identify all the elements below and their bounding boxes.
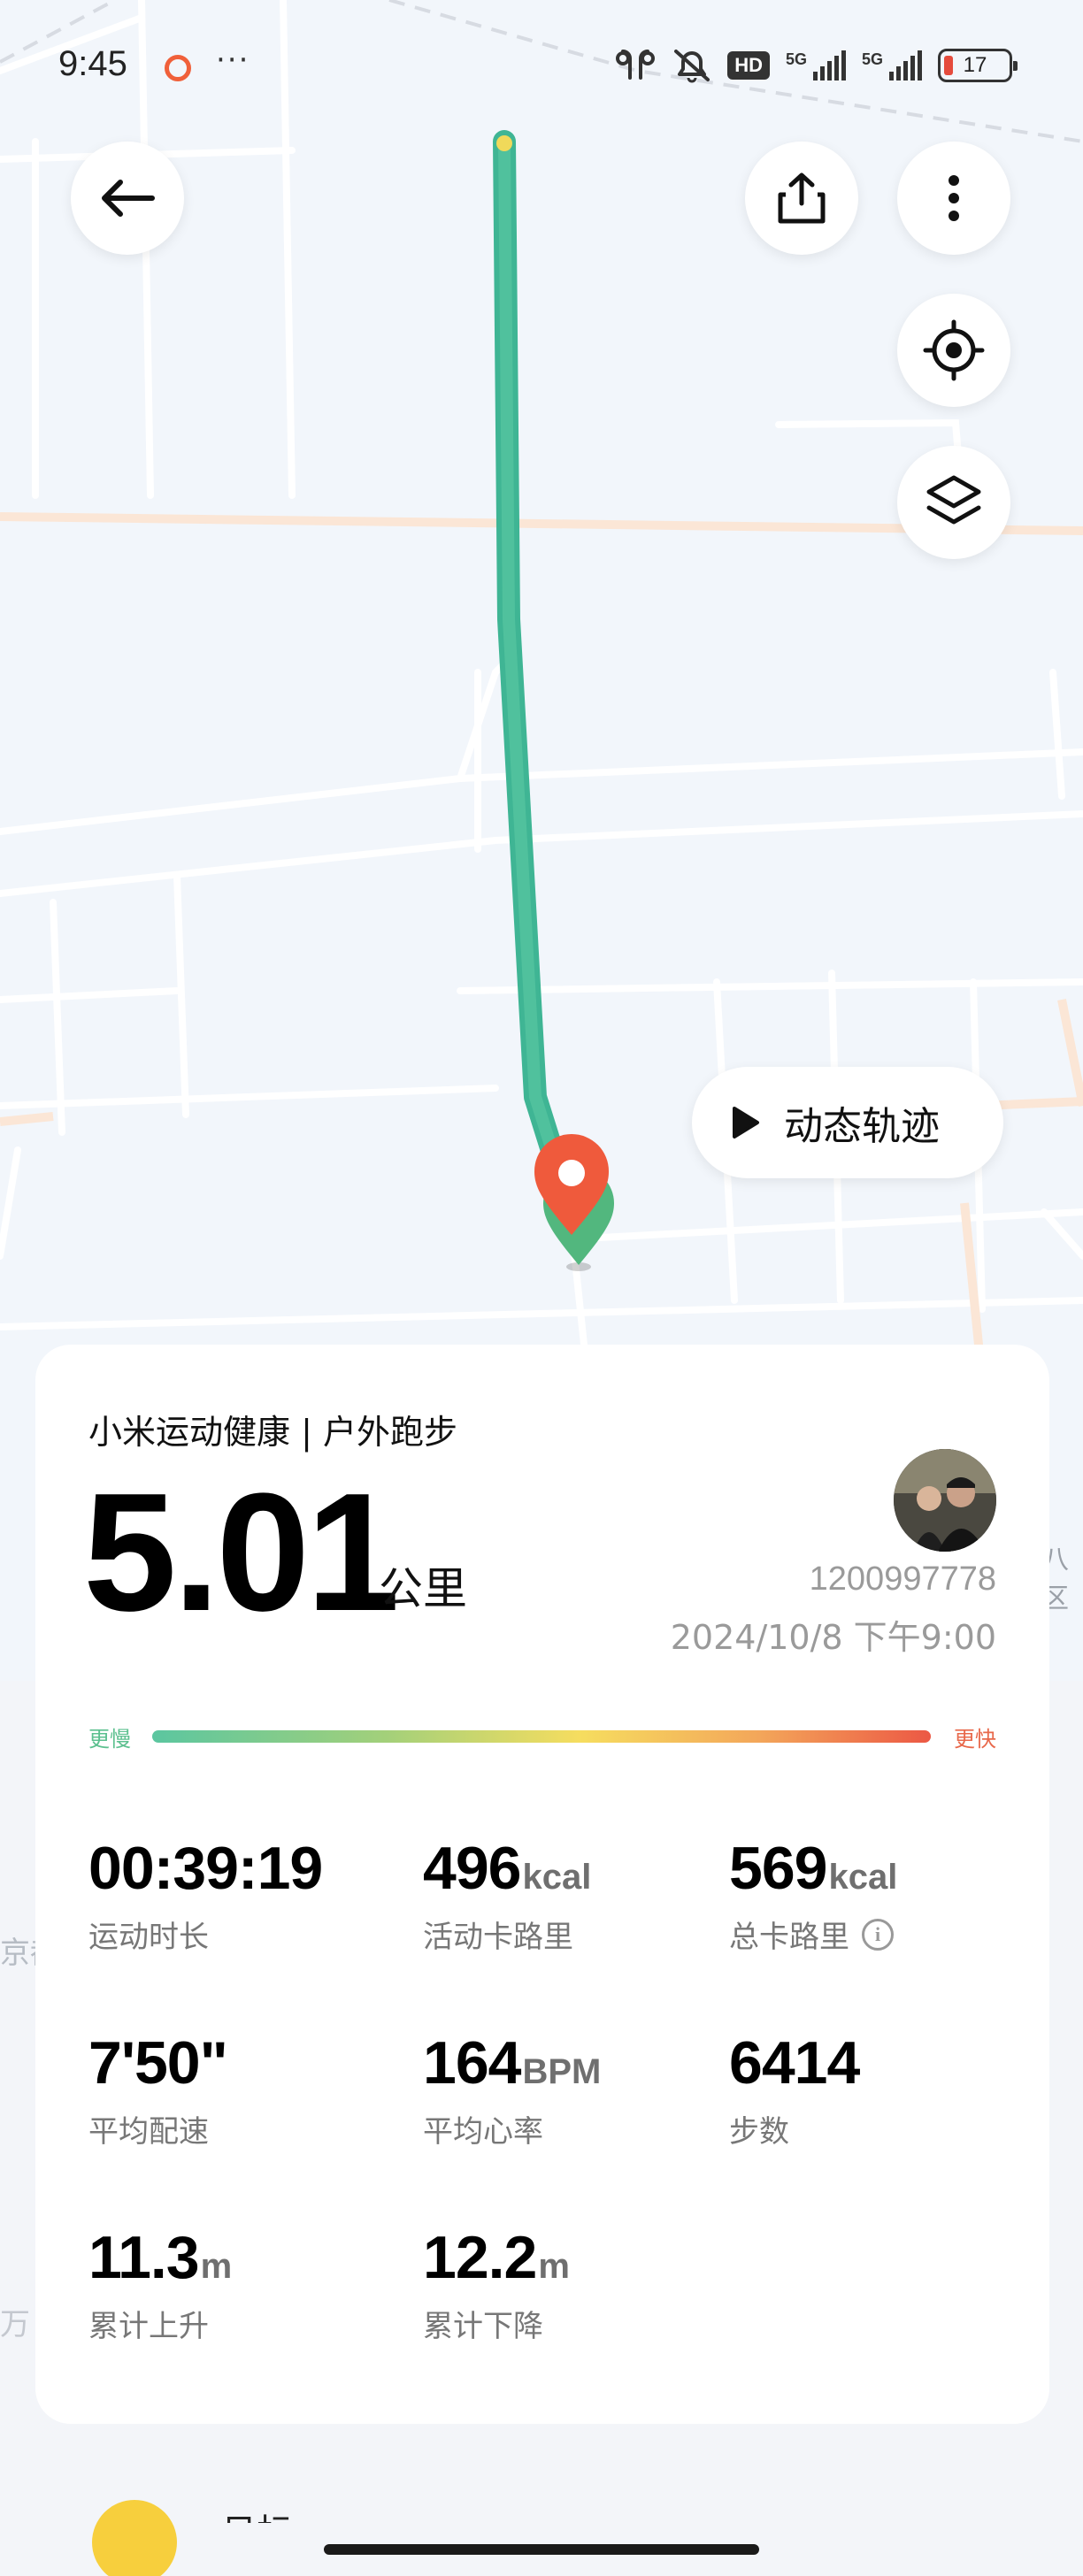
stat-total-calories: 569kcal 总卡路里 i	[729, 1835, 898, 1955]
home-indicator[interactable]	[324, 2544, 759, 2555]
battery-indicator: 17	[938, 49, 1018, 82]
workout-source: 小米运动健康 | 户外跑步	[88, 1413, 457, 1452]
stat-average-pace: 7'50" 平均配速	[88, 2029, 228, 2150]
locate-icon	[923, 319, 985, 381]
avatar-photo	[894, 1449, 996, 1552]
mute-bell-icon	[674, 50, 710, 83]
stat-elevation-loss: 12.2m 累计下降	[423, 2224, 570, 2344]
back-arrow-icon	[102, 180, 155, 217]
info-icon[interactable]: i	[862, 1918, 894, 1951]
signal-icon-1: 5G	[786, 50, 846, 80]
goal-label: 日标	[221, 2503, 292, 2523]
pace-fast-label: 更快	[954, 1727, 996, 1752]
more-vertical-icon	[949, 175, 959, 221]
stat-steps: 6414 步数	[729, 2029, 860, 2150]
dynamic-track-label: 动态轨迹	[784, 1104, 940, 1149]
distance-unit: 公里	[379, 1563, 467, 1614]
hd-voice-badge: HD	[727, 51, 770, 80]
goal-icon	[92, 2500, 177, 2576]
signal-icon-2: 5G	[862, 50, 922, 80]
district-label-left-2: 万	[0, 2307, 30, 2342]
back-button[interactable]	[71, 142, 184, 255]
stat-duration: 00:39:19 运动时长	[88, 1835, 323, 1955]
more-notifications-icon: ···	[216, 42, 250, 78]
share-icon	[778, 172, 826, 224]
workout-datetime: 2024/10/8 下午9:00	[670, 1618, 996, 1657]
map-layers-button[interactable]	[897, 446, 1010, 559]
avatar[interactable]	[894, 1449, 996, 1552]
district-label-left-1: 京都	[0, 1936, 35, 1971]
next-section-peek[interactable]: 日标	[0, 2450, 1083, 2576]
dynamic-track-button[interactable]: 动态轨迹	[692, 1067, 1003, 1178]
status-right: HD 5G 5G 17	[614, 48, 1018, 83]
workout-summary-card: 小米运动健康 | 户外跑步 5.01 公里 1200997778 2024/10…	[35, 1345, 1049, 2424]
distance-value: 5.01	[83, 1459, 400, 1646]
user-id: 1200997778	[809, 1560, 996, 1598]
status-time: 9:45	[58, 44, 127, 83]
stat-elevation-gain: 11.3m 累计上升	[88, 2224, 233, 2344]
pace-slow-label: 更慢	[88, 1727, 131, 1752]
earbuds-icon	[616, 50, 656, 80]
notification-icon	[165, 55, 191, 81]
stat-average-heart-rate: 164BPM 平均心率	[423, 2029, 602, 2150]
stat-active-calories: 496kcal 活动卡路里	[423, 1835, 592, 1955]
share-button[interactable]	[745, 142, 858, 255]
layers-icon	[926, 475, 981, 525]
play-icon	[733, 1107, 759, 1138]
pace-gradient-bar	[152, 1730, 931, 1743]
more-options-button[interactable]	[897, 142, 1010, 255]
status-bar: 9:45 ··· HD 5G 5G 17	[0, 0, 1083, 142]
locate-button[interactable]	[897, 294, 1010, 407]
